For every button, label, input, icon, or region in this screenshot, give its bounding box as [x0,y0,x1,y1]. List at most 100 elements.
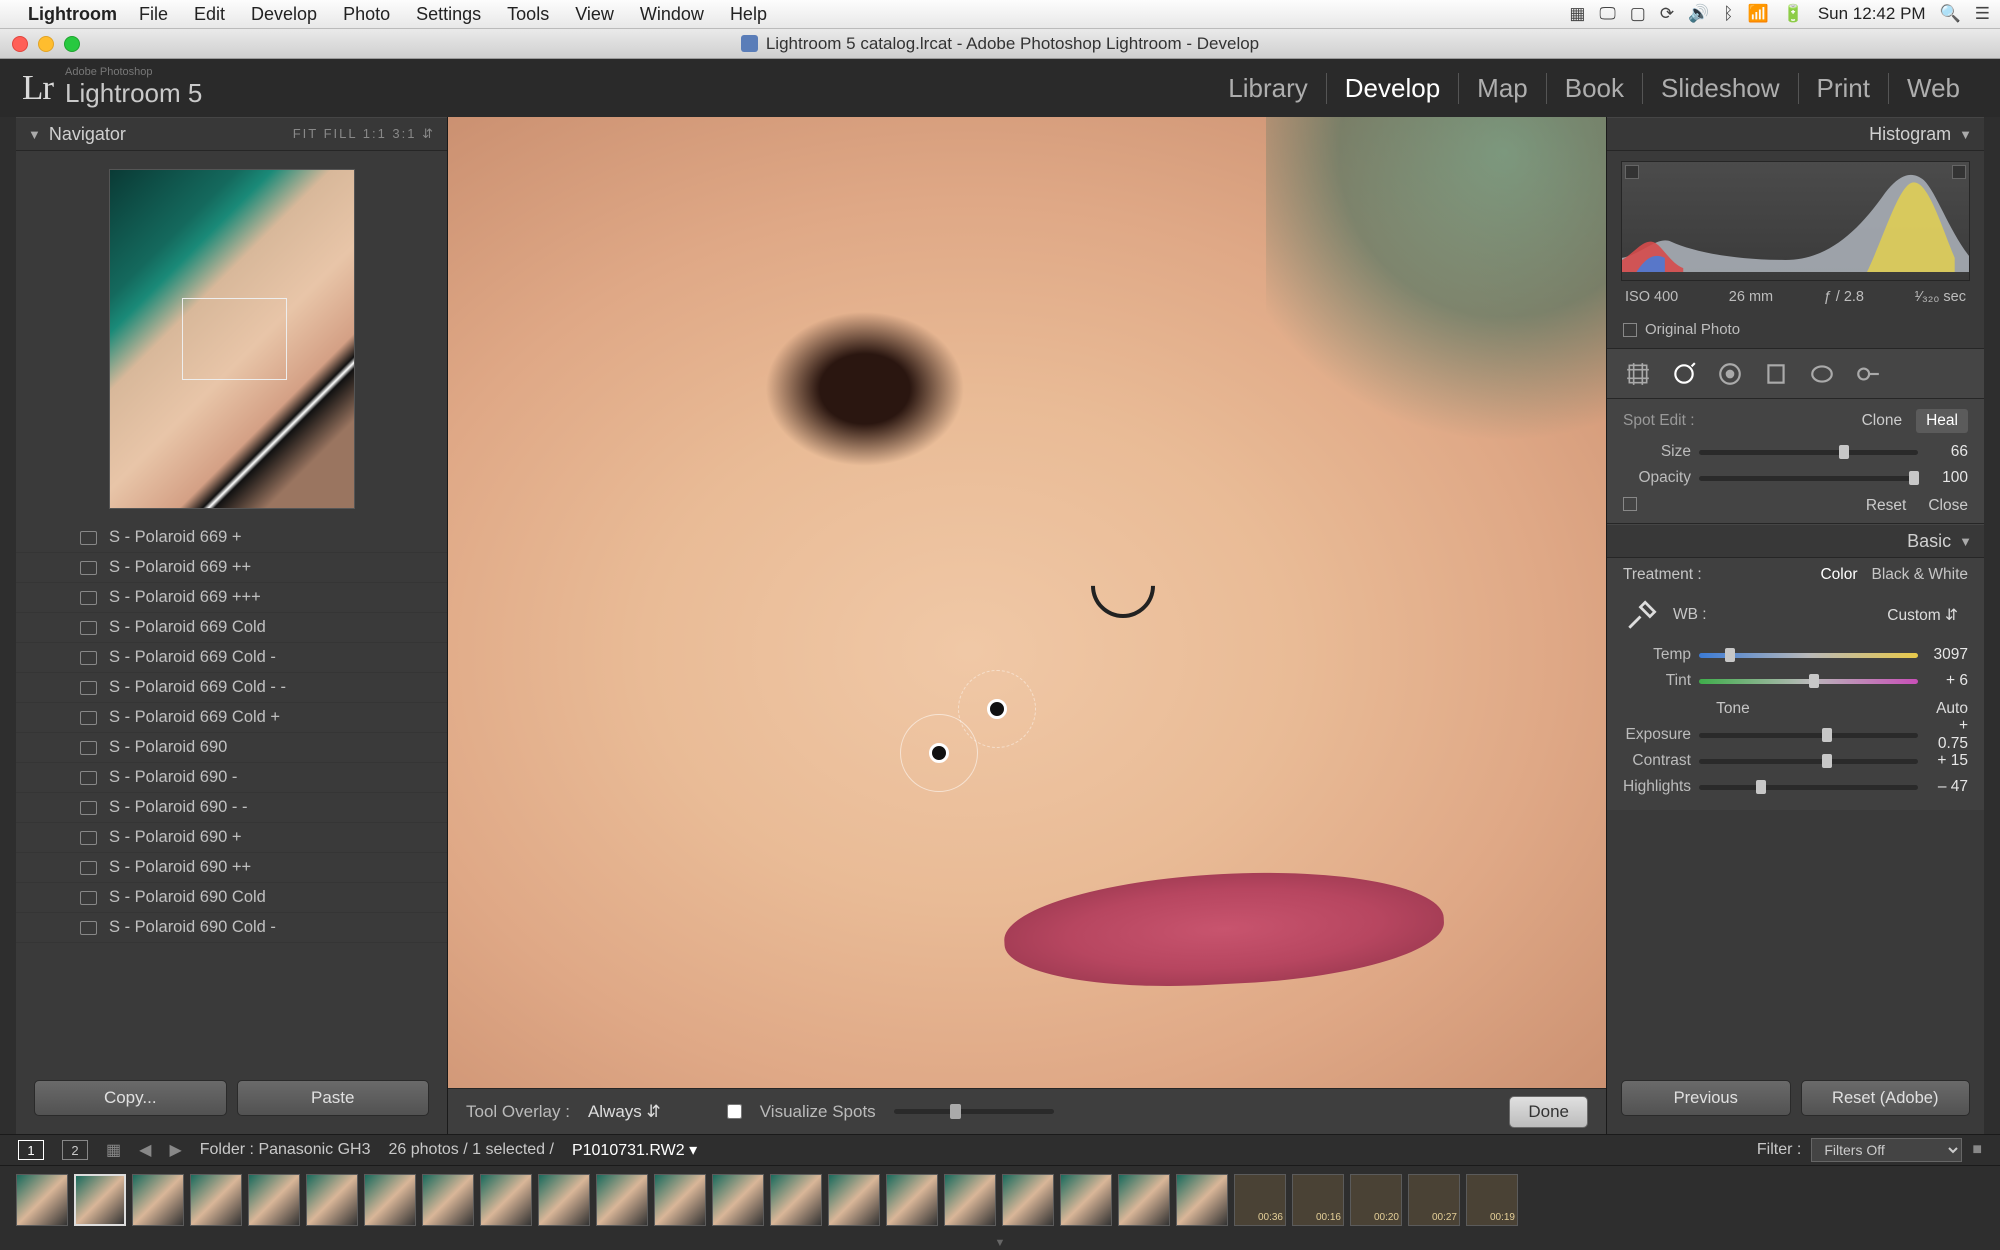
graduated-filter-tool-icon[interactable] [1761,359,1791,389]
module-map[interactable]: Map [1459,73,1547,104]
filmstrip-thumb[interactable] [1002,1174,1054,1226]
preset-item[interactable]: S - Polaroid 669 Cold + [16,703,447,733]
menu-window[interactable]: Window [640,4,704,25]
module-slideshow[interactable]: Slideshow [1643,73,1799,104]
filmstrip-thumb[interactable] [248,1174,300,1226]
preset-item[interactable]: S - Polaroid 690 ++ [16,853,447,883]
filmstrip-thumb[interactable] [422,1174,474,1226]
menu-file[interactable]: File [139,4,168,25]
navigator-header[interactable]: ▼ Navigator FIT FILL 1:1 3:1 ⇵ [16,117,447,151]
menubar-clock[interactable]: Sun 12:42 PM [1818,4,1926,24]
highlights-slider[interactable] [1699,785,1918,790]
preset-item[interactable]: S - Polaroid 690 - [16,763,447,793]
white-balance-dropper-icon[interactable] [1623,596,1661,634]
filmstrip-thumb-video[interactable] [1466,1174,1518,1226]
filmstrip-thumb[interactable] [712,1174,764,1226]
filmstrip-thumb[interactable] [596,1174,648,1226]
menu-help[interactable]: Help [730,4,767,25]
copy-button[interactable]: Copy... [34,1080,227,1116]
filmstrip-thumb-video[interactable] [1408,1174,1460,1226]
temp-value[interactable]: 3097 [1926,646,1968,664]
navigator-image[interactable] [109,169,355,509]
navigator-preview[interactable] [16,151,447,523]
paste-button[interactable]: Paste [237,1080,430,1116]
preset-item[interactable]: S - Polaroid 669 + [16,523,447,553]
contrast-value[interactable]: + 15 [1926,752,1968,770]
tint-slider[interactable] [1699,679,1918,684]
preset-item[interactable]: S - Polaroid 690 Cold - [16,913,447,943]
adjustment-brush-tool-icon[interactable] [1853,359,1883,389]
preset-item[interactable]: S - Polaroid 690 - - [16,793,447,823]
module-web[interactable]: Web [1889,73,1978,104]
temp-slider[interactable] [1699,653,1918,658]
filmstrip-thumb-video[interactable] [1234,1174,1286,1226]
grid-view-icon[interactable]: ▦ [106,1140,121,1160]
crop-tool-icon[interactable] [1623,359,1653,389]
filmstrip-thumb[interactable] [480,1174,532,1226]
basic-header[interactable]: Basic ▼ [1607,524,1984,558]
tone-auto-button[interactable]: Auto [1936,700,1968,718]
menubar-volume-icon[interactable]: 🔊 [1688,4,1709,24]
treatment-bw[interactable]: Black & White [1872,566,1968,584]
original-photo-row[interactable]: Original Photo [1607,313,1984,349]
redeye-tool-icon[interactable] [1715,359,1745,389]
filter-select[interactable]: Filters Off [1811,1138,1962,1162]
done-button[interactable]: Done [1509,1096,1588,1128]
filmstrip-thumb[interactable] [770,1174,822,1226]
spot-pin-icon[interactable] [1623,497,1637,511]
primary-display-button[interactable]: 1 [18,1140,44,1160]
preset-item[interactable]: S - Polaroid 690 [16,733,447,763]
preset-item[interactable]: S - Polaroid 669 +++ [16,583,447,613]
module-develop[interactable]: Develop [1327,73,1459,104]
reset-button[interactable]: Reset (Adobe) [1801,1080,1971,1116]
menubar-bluetooth-icon[interactable]: ᛒ [1723,4,1733,24]
filmstrip-thumb[interactable] [1060,1174,1112,1226]
visualize-spots-slider[interactable] [894,1109,1054,1114]
menu-edit[interactable]: Edit [194,4,225,25]
spot-removal-target[interactable] [900,714,978,792]
previous-button[interactable]: Previous [1621,1080,1791,1116]
filmstrip-thumb-video[interactable] [1350,1174,1402,1226]
preset-item[interactable]: S - Polaroid 669 ++ [16,553,447,583]
menu-view[interactable]: View [575,4,614,25]
histogram-header[interactable]: Histogram ▼ [1607,117,1984,151]
module-book[interactable]: Book [1547,73,1643,104]
image-stage[interactable] [448,117,1606,1088]
filmstrip-thumb[interactable] [132,1174,184,1226]
filmstrip-thumb[interactable] [538,1174,590,1226]
filmstrip-thumb[interactable] [74,1174,126,1226]
menu-develop[interactable]: Develop [251,4,317,25]
nav-next-icon[interactable]: ▶ [169,1140,181,1160]
filmstrip-thumb[interactable] [944,1174,996,1226]
visualize-spots-checkbox[interactable] [727,1104,742,1119]
treatment-color[interactable]: Color [1820,566,1857,584]
filmstrip-thumb[interactable] [1176,1174,1228,1226]
histogram-chart[interactable] [1621,161,1970,281]
opacity-slider[interactable] [1699,476,1918,481]
window-minimize-button[interactable] [38,36,54,52]
menubar-display-icon[interactable]: 🖵 [1599,4,1615,24]
preset-item[interactable]: S - Polaroid 669 Cold - [16,643,447,673]
radial-filter-tool-icon[interactable] [1807,359,1837,389]
menubar-notifications-icon[interactable]: ☰ [1975,4,1990,24]
filmstrip-thumb[interactable] [16,1174,68,1226]
menubar-battery-icon[interactable]: 🔋 [1783,4,1804,24]
size-value[interactable]: 66 [1926,443,1968,461]
folder-label[interactable]: Folder : Panasonic GH3 [200,1141,371,1159]
navigator-zoom-options[interactable]: FIT FILL 1:1 3:1 ⇵ [293,126,435,142]
wb-select[interactable]: Custom ⇵ [1877,603,1968,628]
filmstrip-thumb[interactable] [190,1174,242,1226]
menu-tools[interactable]: Tools [507,4,549,25]
spot-clone-tab[interactable]: Clone [1852,409,1913,433]
menu-photo[interactable]: Photo [343,4,390,25]
tool-overlay-select[interactable]: Always ⇵ [588,1102,661,1122]
exposure-slider[interactable] [1699,733,1918,738]
navigator-view-rect[interactable] [182,298,287,380]
filmstrip-thumb[interactable] [364,1174,416,1226]
menubar-sync-icon[interactable]: ⟳ [1660,4,1674,24]
filmstrip[interactable] [0,1166,2000,1236]
menubar-airplay-icon[interactable]: ▢ [1630,4,1646,24]
highlights-value[interactable]: – 47 [1926,778,1968,796]
filmstrip-thumb-video[interactable] [1292,1174,1344,1226]
exposure-value[interactable]: + 0.75 [1926,717,1968,753]
